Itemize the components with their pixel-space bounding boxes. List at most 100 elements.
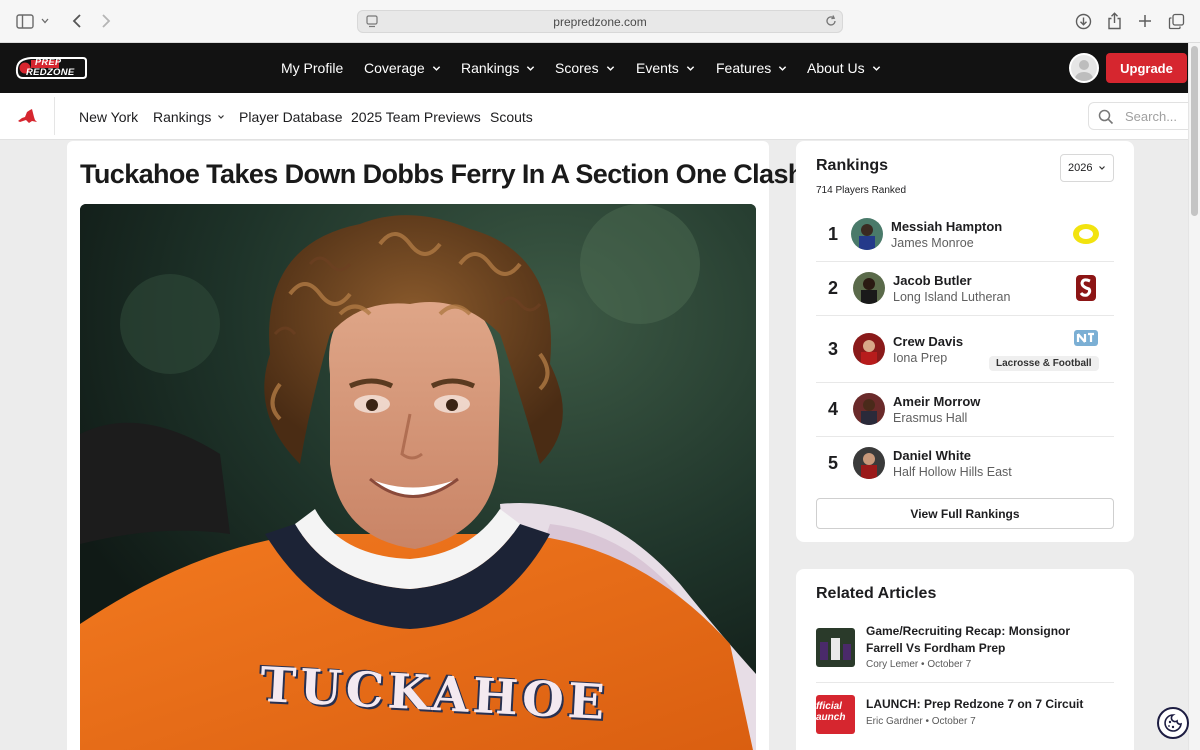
download-icon[interactable] (1072, 10, 1094, 32)
oregon-logo (1072, 223, 1100, 250)
nav-my-profile[interactable]: My Profile (281, 60, 343, 76)
state-sub-nav: New York Rankings Player Database 2025 T… (0, 93, 1198, 140)
nav-rankings[interactable]: Rankings (461, 60, 535, 76)
sidebar-icon[interactable] (14, 10, 36, 32)
rankings-widget: Rankings 714 Players Ranked 2026 1 Messi… (796, 141, 1134, 542)
thumbnail-text: fficial aunch (816, 701, 846, 723)
nav-scores[interactable]: Scores (555, 60, 615, 76)
site-settings-icon[interactable] (366, 15, 378, 31)
player-school: Half Hollow Hills East (893, 465, 1012, 479)
article-hero-image: TUCKAHOE (80, 204, 756, 750)
subnav-rankings[interactable]: Rankings (153, 109, 225, 125)
subnav-label: Scouts (490, 109, 533, 125)
chevron-down-icon[interactable] (38, 10, 52, 32)
player-photo (851, 218, 883, 250)
article-card: Tuckahoe Takes Down Dobbs Ferry In A Sec… (67, 141, 804, 750)
ranking-row[interactable]: 2 Jacob Butler Long Island Lutheran (816, 262, 1114, 316)
subnav-label: Rankings (153, 109, 212, 125)
user-avatar[interactable] (1069, 53, 1099, 83)
nav-label: My Profile (281, 60, 344, 76)
site-search[interactable] (1088, 102, 1198, 130)
subnav-scouts[interactable]: Scouts (490, 109, 533, 125)
player-name: Daniel White (893, 448, 972, 463)
player-school: James Monroe (891, 236, 974, 250)
rank-number: 4 (828, 399, 839, 419)
subnav-label: 2025 Team Previews (351, 109, 481, 125)
player-school: Iona Prep (893, 351, 948, 365)
new-york-state-icon[interactable] (16, 107, 38, 125)
chevron-down-icon (686, 65, 694, 71)
chevron-down-icon (527, 65, 535, 71)
rank-number: 2 (828, 278, 839, 298)
site-top-nav: PREP REDZONE My Profile Coverage Ranking… (0, 43, 1188, 93)
address-bar[interactable]: prepredzone.com (357, 10, 843, 33)
subnav-team-previews[interactable]: 2025 Team Previews (351, 109, 481, 125)
page-scrollbar[interactable] (1188, 43, 1200, 750)
player-photo (853, 447, 885, 479)
related-article-item[interactable]: Game/Recruiting Recap: Monsignor Farrell… (816, 621, 1114, 683)
author-name[interactable]: Eric Gardner (866, 716, 923, 727)
subnav-label: Player Database (239, 109, 343, 125)
subnav-new-york[interactable]: New York (79, 109, 138, 125)
player-name: Messiah Hampton (891, 219, 1003, 234)
article-thumbnail (816, 628, 855, 667)
nav-features[interactable]: Features (716, 60, 787, 76)
class-year-select[interactable]: 2026 (1060, 154, 1114, 182)
nav-label: Scores (555, 60, 599, 76)
forward-icon[interactable] (95, 10, 117, 32)
nav-label: Features (716, 60, 772, 76)
ranking-row[interactable]: 3 Crew Davis Iona Prep Lacrosse & Footba… (816, 316, 1114, 383)
divider (54, 97, 55, 135)
subnav-player-database[interactable]: Player Database (239, 109, 343, 125)
scrollbar-thumb[interactable] (1191, 46, 1198, 216)
nav-label: About Us (807, 60, 865, 76)
sport-badge: Lacrosse & Football (989, 356, 1099, 371)
player-school: Long Island Lutheran (893, 290, 1011, 304)
article-thumbnail: fficial aunch (816, 695, 855, 734)
browser-toolbar: prepredzone.com (0, 0, 1200, 43)
subnav-label: New York (79, 109, 139, 125)
player-name: Jacob Butler (893, 273, 972, 288)
nav-label: Rankings (461, 60, 520, 76)
related-title: Related Articles (816, 585, 937, 602)
stanford-logo (1075, 274, 1097, 307)
related-article-meta: Cory Lemer • October 7 (866, 659, 971, 670)
chevron-down-icon (606, 65, 614, 71)
back-icon[interactable] (66, 10, 88, 32)
chevron-down-icon (218, 115, 225, 119)
ranking-row[interactable]: 4 Ameir Morrow Erasmus Hall (816, 383, 1114, 437)
nav-coverage[interactable]: Coverage (364, 60, 441, 76)
related-article-item[interactable]: fficial aunch LAUNCH: Prep Redzone 7 on … (816, 691, 1114, 739)
new-tab-icon[interactable] (1134, 10, 1156, 32)
cookie-settings-button[interactable] (1157, 707, 1189, 739)
tabs-overview-icon[interactable] (1165, 10, 1187, 32)
player-school: Erasmus Hall (893, 411, 968, 425)
url-text: prepredzone.com (553, 14, 647, 29)
nav-label: Events (636, 60, 679, 76)
search-input[interactable] (1125, 108, 1185, 124)
related-article-title[interactable]: Game/Recruiting Recap: Monsignor Farrell… (866, 623, 1110, 656)
author-name[interactable]: Cory Lemer (866, 659, 918, 670)
chevron-down-icon (432, 65, 440, 71)
unc-logo (1073, 328, 1099, 353)
chevron-down-icon (1099, 166, 1106, 170)
players-ranked-count: 714 Players Ranked (816, 185, 907, 196)
view-full-rankings-button[interactable]: View Full Rankings (816, 498, 1114, 529)
related-article-meta: Eric Gardner • October 7 (866, 716, 976, 727)
ranking-row[interactable]: 5 Daniel White Half Hollow Hills East (816, 437, 1114, 491)
related-article-title[interactable]: LAUNCH: Prep Redzone 7 on 7 Circuit (866, 696, 1110, 713)
chevron-down-icon (779, 65, 787, 71)
nav-events[interactable]: Events (636, 60, 695, 76)
nav-about-us[interactable]: About Us (807, 60, 881, 76)
player-name: Crew Davis (893, 334, 964, 349)
upgrade-button[interactable]: Upgrade (1106, 53, 1187, 83)
rank-number: 1 (828, 224, 839, 244)
share-icon[interactable] (1103, 10, 1125, 32)
year-value: 2026 (1068, 162, 1093, 174)
cookie-icon (1164, 714, 1182, 732)
article-date: October 7 (931, 716, 976, 727)
reload-icon[interactable] (824, 14, 838, 31)
rank-number: 5 (828, 453, 839, 473)
ranking-row[interactable]: 1 Messiah Hampton James Monroe (816, 208, 1114, 262)
rankings-title: Rankings (816, 157, 889, 174)
